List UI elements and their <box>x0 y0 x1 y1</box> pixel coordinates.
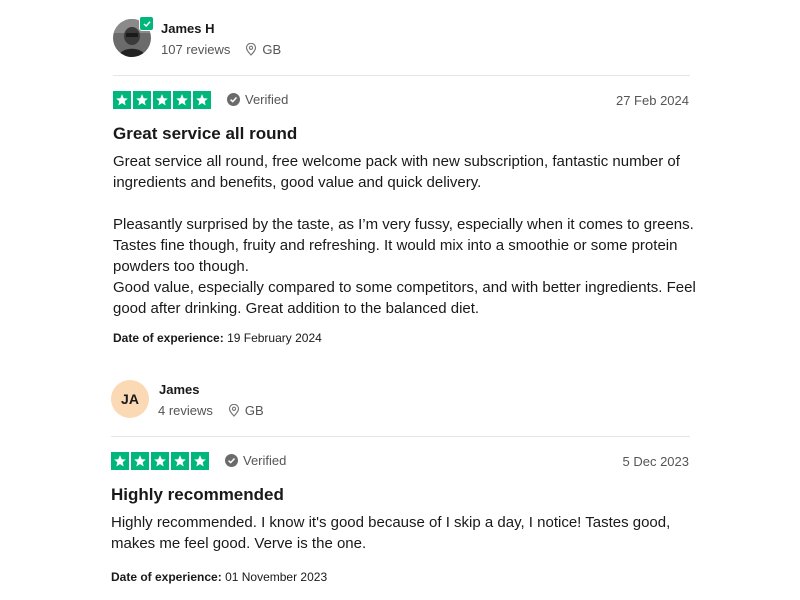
star-icon <box>113 91 131 109</box>
experience-label: Date of experience: <box>111 570 222 584</box>
reviewer-country: GB <box>262 42 282 57</box>
verified-text: Verified <box>243 453 287 468</box>
verified-text: Verified <box>245 92 289 107</box>
divider <box>111 436 690 437</box>
experience-date: 19 February 2024 <box>227 331 322 345</box>
review-count: 107 reviews <box>161 42 231 57</box>
avatar[interactable]: JA <box>111 380 149 418</box>
experience-date: 01 November 2023 <box>225 570 328 584</box>
verified-user-badge-icon <box>139 16 154 31</box>
review-paragraph: Good value, especially compared to some … <box>113 279 696 317</box>
review-paragraph: Great service all round, free welcome pa… <box>113 153 680 191</box>
review-title[interactable]: Great service all round <box>113 124 297 144</box>
location-pin-icon <box>245 43 257 56</box>
star-icon <box>133 91 151 109</box>
date-of-experience: Date of experience: 01 November 2023 <box>111 570 327 584</box>
reviewer-name[interactable]: James <box>159 382 199 397</box>
avatar[interactable] <box>113 16 154 57</box>
star-rating <box>113 91 211 109</box>
reviewer-country: GB <box>244 403 264 418</box>
star-icon <box>171 452 189 470</box>
date-of-experience: Date of experience: 19 February 2024 <box>113 331 322 345</box>
reviewer-meta: 107 reviews GB <box>161 42 281 57</box>
verified-check-icon <box>227 93 240 106</box>
reviewer-meta: 4 reviews GB <box>158 403 264 418</box>
review-body: Highly recommended. I know it's good bec… <box>111 512 701 554</box>
review-body: Great service all round, free welcome pa… <box>113 151 703 319</box>
verified-label[interactable]: Verified <box>227 92 288 107</box>
avatar-initials: JA <box>121 391 139 407</box>
experience-label: Date of experience: <box>113 331 224 345</box>
review-date: 5 Dec 2023 <box>622 454 690 469</box>
divider <box>113 75 690 76</box>
review-count: 4 reviews <box>158 403 213 418</box>
star-icon <box>193 91 211 109</box>
verified-label[interactable]: Verified <box>225 453 286 468</box>
verified-check-icon <box>225 454 238 467</box>
star-icon <box>131 452 149 470</box>
star-rating <box>111 452 209 470</box>
reviewer-name[interactable]: James H <box>161 21 214 36</box>
review-paragraph: Pleasantly surprised by the taste, as I’… <box>113 216 694 275</box>
star-icon <box>151 452 169 470</box>
review-title[interactable]: Highly recommended <box>111 485 284 505</box>
star-icon <box>153 91 171 109</box>
review-date: 27 Feb 2024 <box>615 93 689 108</box>
star-icon <box>111 452 129 470</box>
star-icon <box>173 91 191 109</box>
review-paragraph: Highly recommended. I know it's good bec… <box>111 514 671 552</box>
star-icon <box>191 452 209 470</box>
location-pin-icon <box>228 404 240 417</box>
